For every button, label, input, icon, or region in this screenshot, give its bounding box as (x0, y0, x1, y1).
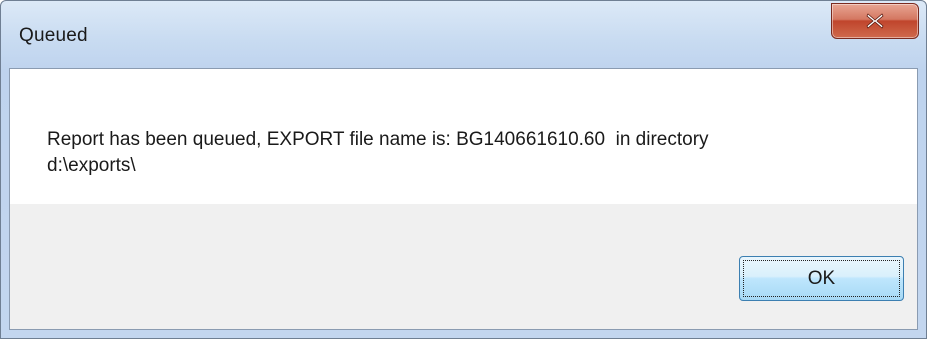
message-area: Report has been queued, EXPORT file name… (10, 69, 917, 204)
ok-button-label: OK (807, 267, 836, 289)
button-area: OK (10, 204, 917, 329)
title-bar[interactable]: Queued (1, 1, 926, 69)
ok-button[interactable]: OK (739, 256, 904, 301)
close-button[interactable] (831, 3, 919, 39)
dialog-window: Queued Report has been queued, EXPORT fi… (0, 0, 927, 339)
dialog-content: Report has been queued, EXPORT file name… (9, 68, 918, 330)
message-line-2: d:\exports\ (47, 155, 136, 176)
window-title: Queued (19, 25, 88, 46)
close-icon (866, 13, 884, 29)
message-line-1: Report has been queued, EXPORT file name… (47, 129, 709, 150)
message-text: Report has been queued, EXPORT file name… (47, 127, 897, 179)
